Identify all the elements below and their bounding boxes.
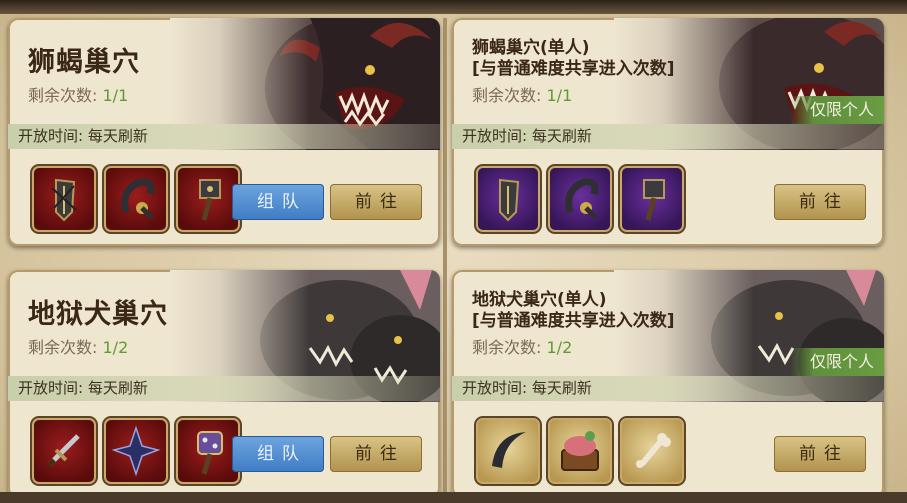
go-button[interactable]: 前往	[774, 436, 866, 472]
spiked-shield-icon[interactable]	[478, 168, 538, 230]
remaining-label: 剩余次数:	[28, 86, 98, 105]
spiked-hammer-icon[interactable]	[622, 168, 682, 230]
dungeon-title: 地狱犬巢穴(单人) [与普通难度共享进入次数]	[472, 290, 675, 332]
remaining-attempts: 剩余次数: 1/1	[28, 82, 128, 106]
dungeon-card-hellhound: 地狱犬巢穴 剩余次数: 1/2 开放时间: 每天刷新 组队 前往	[8, 270, 440, 498]
solo-only-badge: 仅限个人	[790, 348, 884, 376]
open-time-bar: 开放时间: 每天刷新	[8, 376, 440, 401]
spiked-hook-icon[interactable]	[106, 168, 166, 230]
go-button[interactable]: 前往	[774, 184, 866, 220]
remaining-attempts: 剩余次数: 1/1	[472, 82, 572, 106]
open-time-bar: 开放时间: 每天刷新	[452, 124, 884, 149]
dungeon-title: 狮蝎巢穴(单人) [与普通难度共享进入次数]	[472, 38, 675, 80]
go-button[interactable]: 前往	[330, 436, 422, 472]
dungeon-card-lion-scorpion-solo: 狮蝎巢穴(单人) [与普通难度共享进入次数] 剩余次数: 1/1 仅限个人 开放…	[452, 18, 884, 246]
remaining-value: 1/1	[102, 86, 129, 105]
studded-hammer-icon[interactable]	[178, 420, 238, 482]
bottom-frame	[0, 492, 907, 503]
team-up-button[interactable]: 组队	[232, 184, 324, 220]
remaining-attempts: 剩余次数: 1/2	[28, 334, 128, 358]
star-blade-icon[interactable]	[106, 420, 166, 482]
remaining-label: 剩余次数:	[472, 86, 542, 105]
dungeon-title-main: 狮蝎巢穴(单人)	[472, 38, 590, 58]
remaining-value: 1/2	[546, 338, 573, 357]
remaining-label: 剩余次数:	[28, 338, 98, 357]
column-divider	[443, 18, 447, 498]
cross-sword-icon[interactable]	[34, 420, 94, 482]
dungeon-title-note: [与普通难度共享进入次数]	[472, 59, 675, 79]
spiked-hammer-icon[interactable]	[178, 168, 238, 230]
open-time-bar: 开放时间: 每天刷新	[8, 124, 440, 149]
team-up-button[interactable]: 组队	[232, 436, 324, 472]
dungeon-title: 地狱犬巢穴	[28, 299, 168, 330]
crescent-claw-icon[interactable]	[478, 420, 538, 482]
go-button[interactable]: 前往	[330, 184, 422, 220]
dungeon-card-lion-scorpion: 狮蝎巢穴 剩余次数: 1/1 开放时间: 每天刷新 组队 前往	[8, 18, 440, 246]
solo-only-badge: 仅限个人	[790, 96, 884, 124]
remaining-label: 剩余次数:	[472, 338, 542, 357]
dungeon-title: 狮蝎巢穴	[28, 47, 140, 78]
remaining-value: 1/2	[102, 338, 129, 357]
remaining-attempts: 剩余次数: 1/2	[472, 334, 572, 358]
top-frame	[0, 0, 907, 14]
dungeon-title-note: [与普通难度共享进入次数]	[472, 311, 675, 331]
dungeon-title-main: 地狱犬巢穴(单人)	[472, 290, 607, 310]
spiked-hook-icon[interactable]	[550, 168, 610, 230]
bone-icon[interactable]	[622, 420, 682, 482]
spiked-shield-icon[interactable]	[34, 168, 94, 230]
remaining-value: 1/1	[546, 86, 573, 105]
meat-chest-icon[interactable]	[550, 420, 610, 482]
open-time-bar: 开放时间: 每天刷新	[452, 376, 884, 401]
dungeon-card-hellhound-solo: 地狱犬巢穴(单人) [与普通难度共享进入次数] 剩余次数: 1/2 仅限个人 开…	[452, 270, 884, 498]
